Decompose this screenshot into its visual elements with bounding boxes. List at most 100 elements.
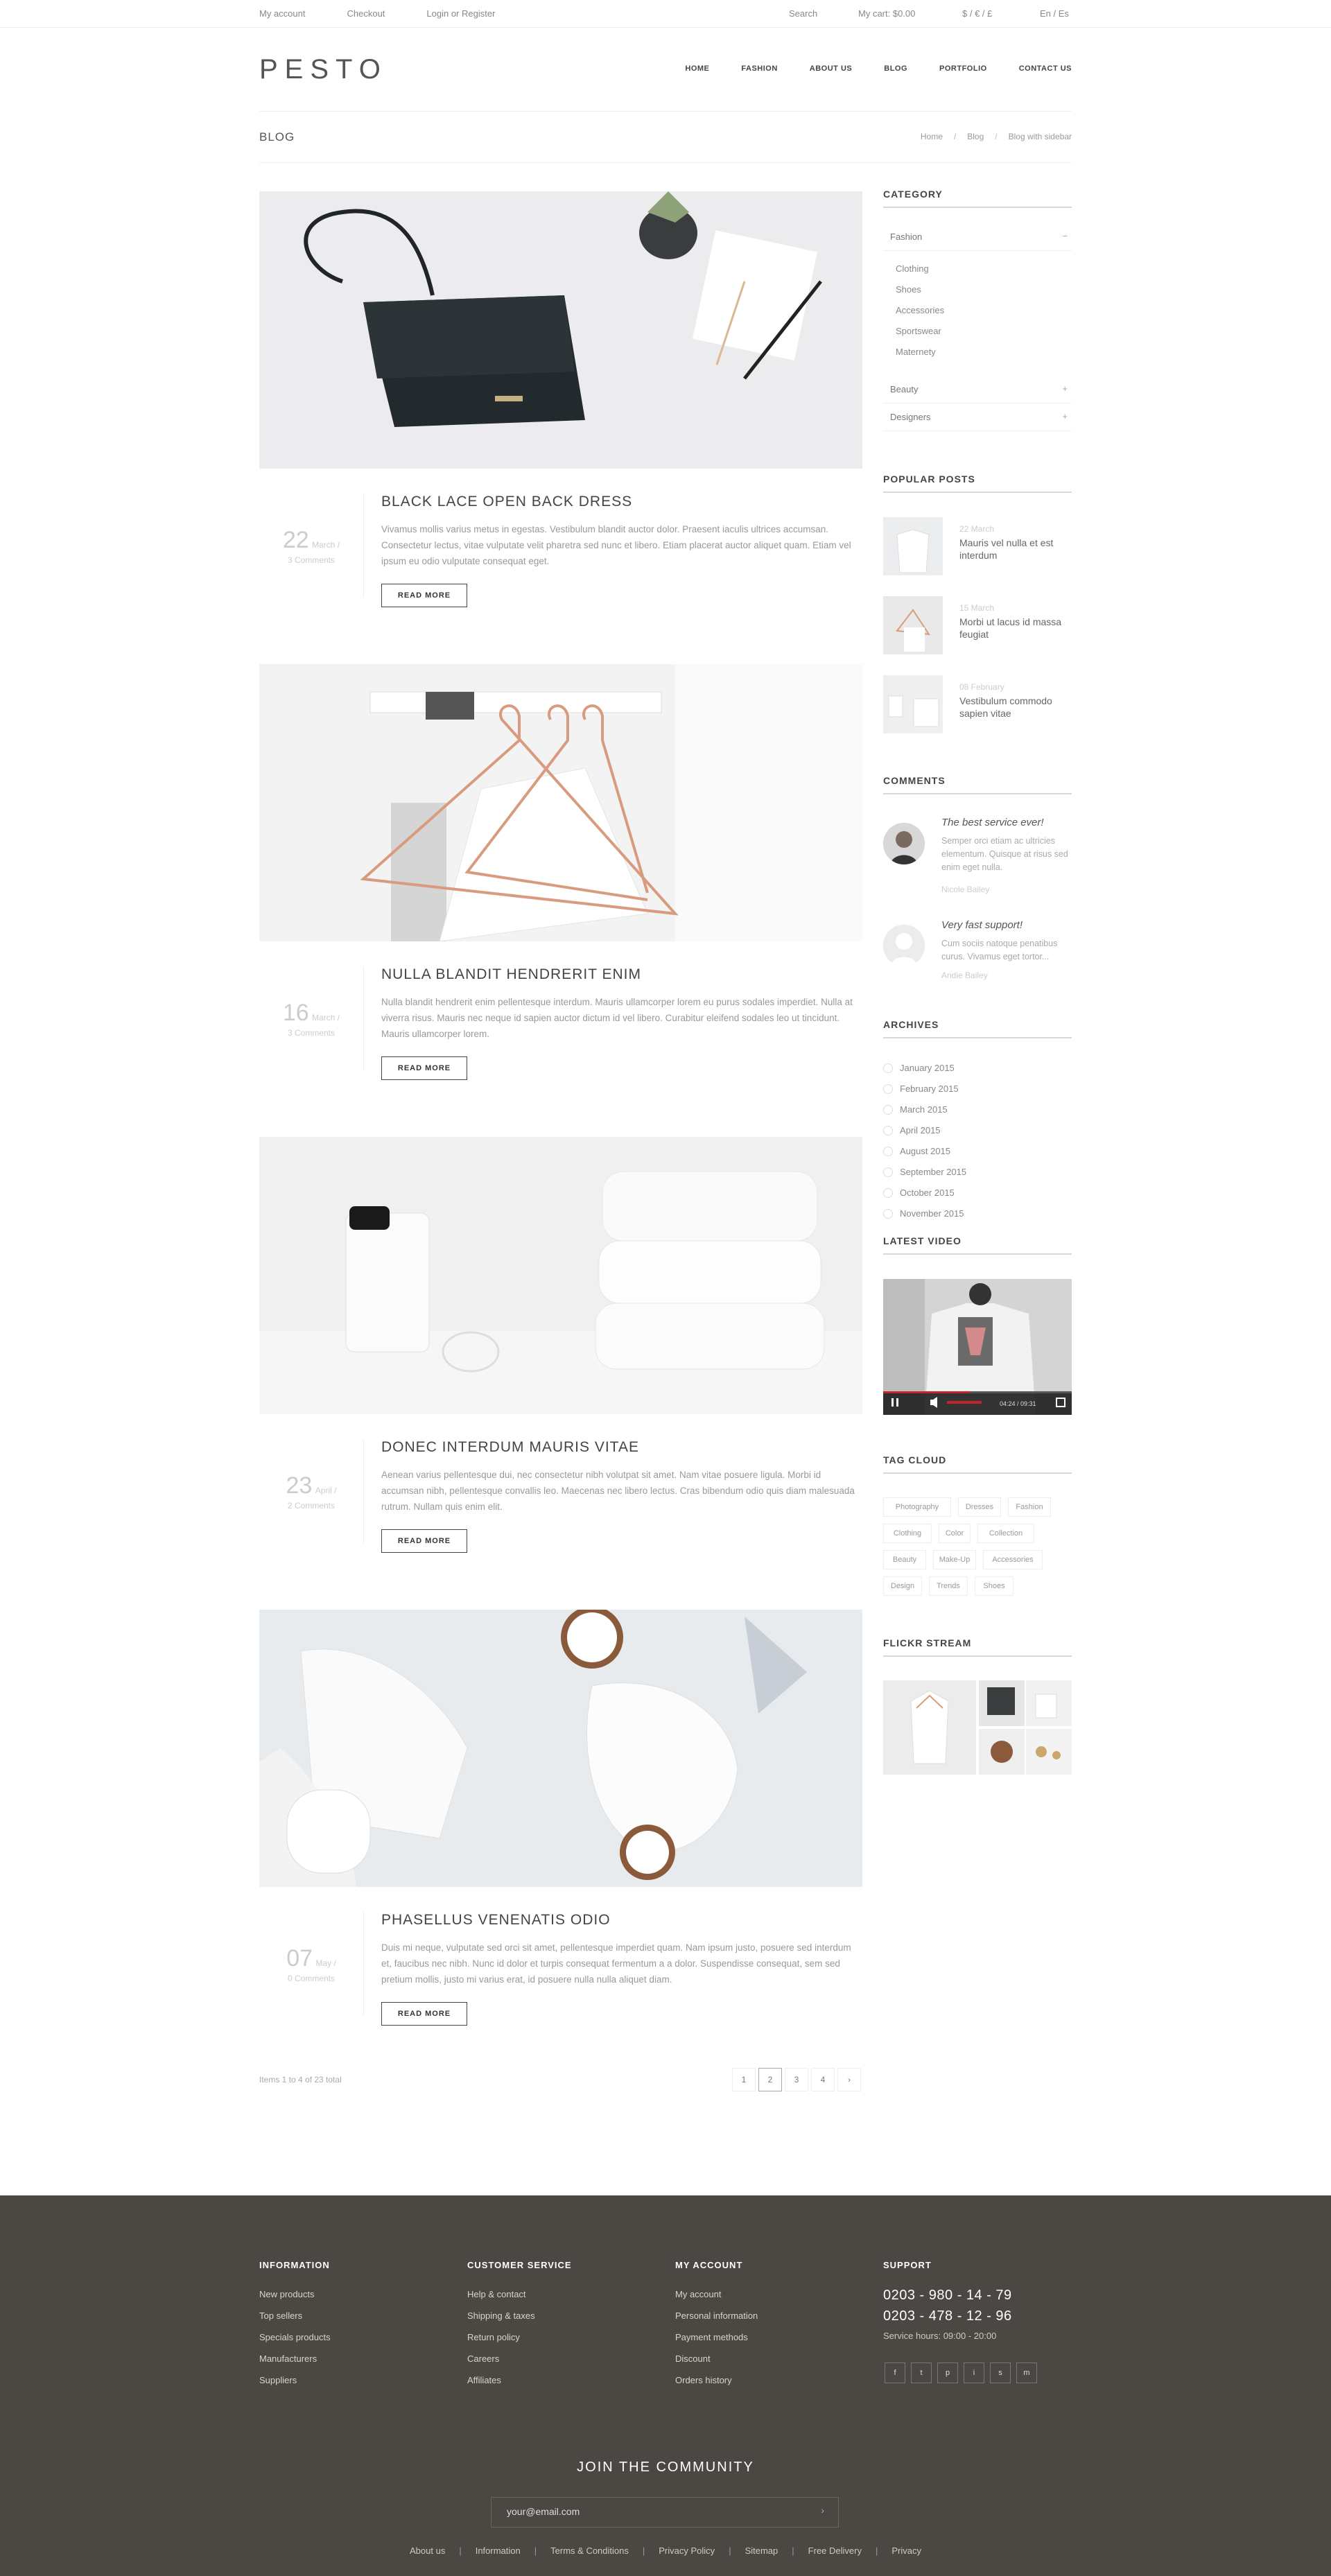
nav-fashion[interactable]: FASHION [741,64,777,73]
archive-item[interactable]: April 2015 [883,1125,941,1135]
subcategory-accessories[interactable]: Accessories [896,305,944,315]
subcategory-clothing[interactable]: Clothing [896,263,929,274]
post-image[interactable] [259,664,862,941]
footer-link[interactable]: New products [259,2289,314,2299]
expand-icon[interactable]: + [1062,383,1068,394]
flickr-photo[interactable] [1026,1729,1072,1775]
category-beauty[interactable]: Beauty + [883,376,1072,403]
currency-switcher[interactable]: $ / € / £ [962,8,992,19]
tag[interactable]: Shoes [975,1576,1014,1596]
footer-link[interactable]: Suppliers [259,2375,297,2385]
read-more-button[interactable]: READ MORE [381,1529,467,1553]
subcategory-shoes[interactable]: Shoes [896,284,921,295]
nav-home[interactable]: HOME [685,64,709,73]
nav-blog[interactable]: BLOG [884,64,907,73]
footer-bottom-link[interactable]: Terms & Conditions [550,2545,629,2556]
footer-link[interactable]: Personal information [675,2310,758,2321]
footer-link[interactable]: My account [675,2289,721,2299]
subcategory-maternety[interactable]: Maternety [896,347,936,357]
my-account-link[interactable]: My account [259,8,305,19]
popular-post-thumb[interactable] [883,675,943,733]
post-comments[interactable]: 3 Comments [259,555,363,565]
page-4[interactable]: 4 [811,2068,835,2091]
footer-link[interactable]: Orders history [675,2375,732,2385]
post-image[interactable] [259,191,862,469]
twitter-icon[interactable]: t [911,2362,932,2383]
flickr-photo[interactable] [979,1729,1025,1775]
tag[interactable]: Collection [977,1524,1034,1543]
footer-bottom-link[interactable]: About us [410,2545,445,2556]
popular-post-thumb[interactable] [883,517,943,575]
footer-bottom-link[interactable]: Privacy Policy [659,2545,715,2556]
popular-post-title[interactable]: Mauris vel nulla et est interdum [959,537,1070,562]
archive-item[interactable]: February 2015 [883,1084,959,1094]
category-designers[interactable]: Designers + [883,403,1072,431]
footer-link[interactable]: Careers [467,2353,499,2364]
post-title[interactable]: NULLA BLANDIT HENDRERIT ENIM [381,966,641,983]
footer-link[interactable]: Help & contact [467,2289,526,2299]
mail-icon[interactable]: m [1016,2362,1037,2383]
submit-arrow-icon[interactable]: › [821,2505,824,2516]
tag[interactable]: Make-Up [933,1550,976,1569]
tag[interactable]: Clothing [883,1524,932,1543]
pinterest-icon[interactable]: p [937,2362,958,2383]
footer-link[interactable]: Payment methods [675,2332,748,2342]
read-more-button[interactable]: READ MORE [381,1056,467,1080]
footer-bottom-link[interactable]: Sitemap [745,2545,778,2556]
support-phone[interactable]: 0203 - 980 - 14 - 79 [883,2288,1012,2304]
newsletter-email-input[interactable]: your@email.com › [491,2497,839,2527]
play-pause-icon[interactable] [887,1394,903,1412]
read-more-button[interactable]: READ MORE [381,2002,467,2026]
archive-item[interactable]: August 2015 [883,1146,950,1156]
post-title[interactable]: DONEC INTERDUM MAURIS VITAE [381,1439,639,1456]
flickr-photo[interactable] [883,1680,976,1775]
read-more-button[interactable]: READ MORE [381,584,467,607]
next-page-button[interactable]: › [837,2068,861,2091]
archive-item[interactable]: October 2015 [883,1187,955,1198]
language-switcher[interactable]: En / Es [1040,8,1069,19]
archive-item[interactable]: March 2015 [883,1104,948,1115]
popular-post-title[interactable]: Morbi ut lacus id massa feugiat [959,616,1070,641]
footer-bottom-link[interactable]: Privacy [891,2545,921,2556]
post-title[interactable]: BLACK LACE OPEN BACK DRESS [381,494,632,510]
tag[interactable]: Trends [929,1576,968,1596]
footer-link[interactable]: Affiliates [467,2375,501,2385]
tag[interactable]: Beauty [883,1550,926,1569]
collapse-icon[interactable]: − [1062,231,1068,241]
breadcrumb-home[interactable]: Home [921,132,943,141]
footer-bottom-link[interactable]: Information [476,2545,521,2556]
footer-link[interactable]: Top sellers [259,2310,302,2321]
nav-contact[interactable]: CONTACT US [1019,64,1072,73]
logo[interactable]: PESTO [259,54,388,85]
footer-bottom-link[interactable]: Free Delivery [808,2545,862,2556]
post-comments[interactable]: 3 Comments [259,1028,363,1038]
popular-post-thumb[interactable] [883,596,943,654]
login-link[interactable]: Login or Register [426,8,495,19]
popular-post-title[interactable]: Vestibulum commodo sapien vitae [959,695,1070,720]
breadcrumb-blog[interactable]: Blog [967,132,984,141]
tag[interactable]: Dresses [958,1497,1001,1517]
tag[interactable]: Photography [883,1497,951,1517]
facebook-icon[interactable]: f [885,2362,905,2383]
post-comments[interactable]: 0 Comments [259,1974,363,1983]
footer-link[interactable]: Shipping & taxes [467,2310,535,2321]
category-fashion[interactable]: Fashion − [883,223,1072,251]
volume-icon[interactable] [928,1394,941,1412]
skype-icon[interactable]: s [990,2362,1011,2383]
footer-link[interactable]: Discount [675,2353,711,2364]
subcategory-sportswear[interactable]: Sportswear [896,326,941,336]
tag[interactable]: Color [939,1524,971,1543]
page-3[interactable]: 3 [785,2068,808,2091]
checkout-link[interactable]: Checkout [347,8,385,19]
post-comments[interactable]: 2 Comments [259,1501,363,1511]
footer-link[interactable]: Specials products [259,2332,331,2342]
instagram-icon[interactable]: i [964,2362,984,2383]
fullscreen-icon[interactable] [1054,1394,1068,1412]
page-1[interactable]: 1 [732,2068,756,2091]
page-2[interactable]: 2 [758,2068,782,2091]
cart-link[interactable]: My cart: $0.00 [858,8,915,19]
archive-item[interactable]: November 2015 [883,1208,964,1219]
expand-icon[interactable]: + [1062,411,1068,421]
post-image[interactable] [259,1137,862,1414]
flickr-photo[interactable] [1026,1680,1072,1726]
